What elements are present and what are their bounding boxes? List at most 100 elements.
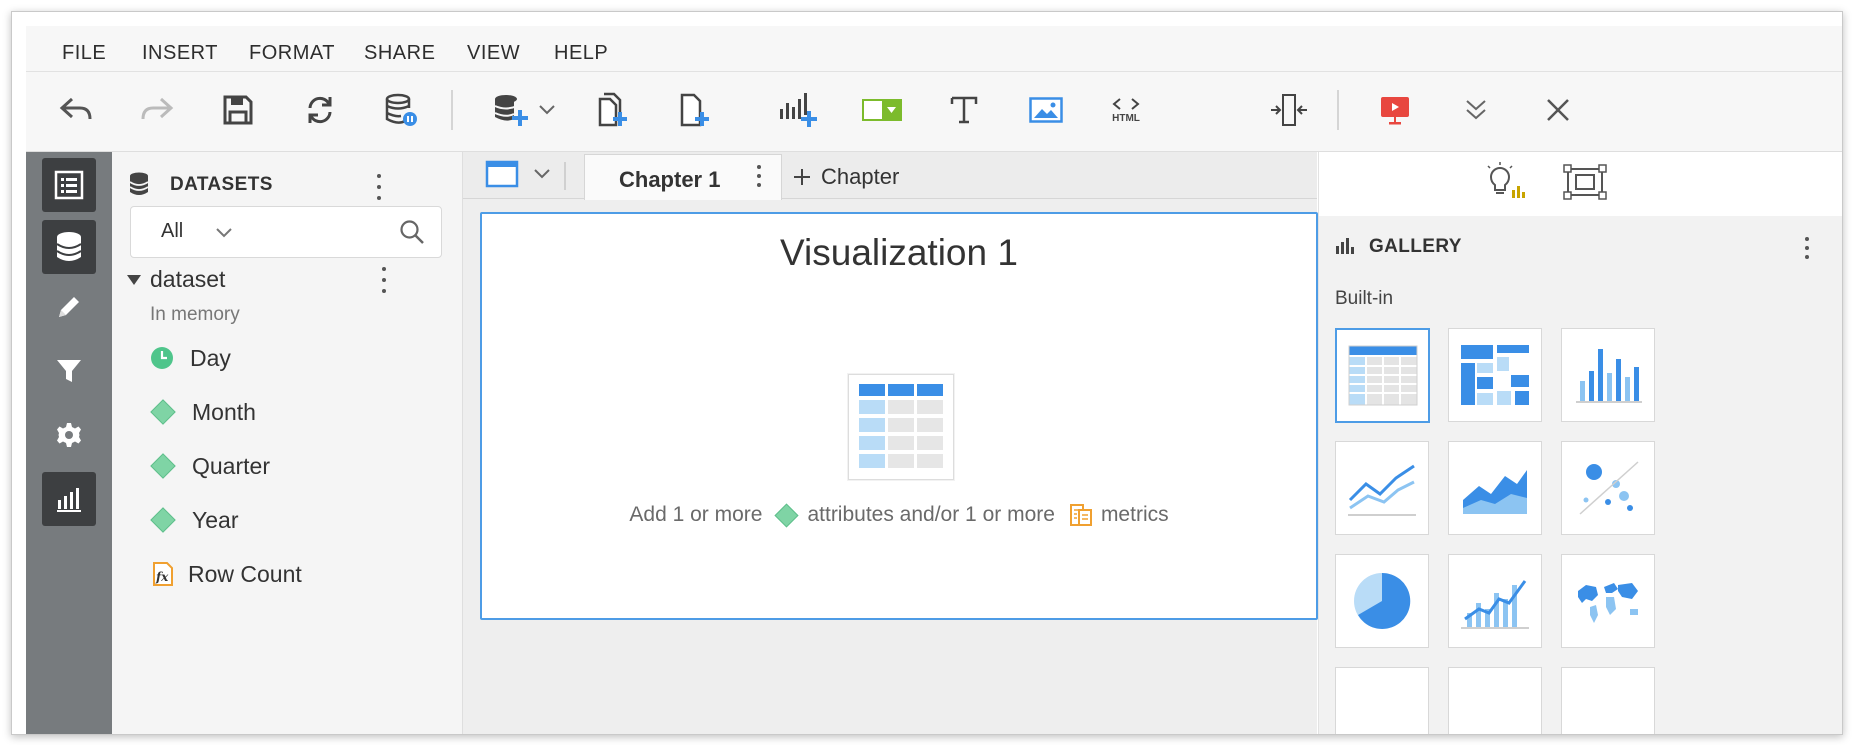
data-mode-button[interactable] — [377, 86, 425, 134]
gallery-tile-compound-grid[interactable] — [1448, 328, 1542, 422]
format-panel-button[interactable] — [42, 280, 96, 334]
redo-icon — [141, 97, 174, 120]
line-chart-icon — [1348, 464, 1416, 516]
more-options-button[interactable] — [1452, 86, 1500, 134]
page-layout-selector[interactable] — [485, 160, 551, 188]
gallery-tile-combo[interactable] — [1448, 554, 1542, 648]
grid-chart-icon — [1348, 345, 1417, 405]
search-icon[interactable] — [399, 219, 425, 245]
insert-visualization-button[interactable] — [774, 86, 822, 134]
datasets-panel-button[interactable] — [42, 220, 96, 274]
gallery-tile-area[interactable] — [1448, 441, 1542, 535]
toolbar-divider — [451, 90, 453, 130]
refresh-icon — [308, 96, 332, 124]
grid-placeholder-icon — [848, 374, 954, 480]
attribute-icon — [150, 453, 176, 479]
image-icon — [1029, 97, 1063, 123]
chevron-down-icon[interactable] — [215, 227, 233, 239]
menu-format[interactable]: FORMAT — [249, 42, 335, 65]
insert-html-button[interactable]: HTML — [1102, 86, 1150, 134]
html-label: HTML — [1112, 112, 1140, 124]
dataset-name[interactable]: dataset — [150, 266, 225, 293]
close-icon — [1547, 99, 1569, 121]
gallery-tile-vertical-bar[interactable] — [1561, 328, 1655, 422]
menu-share[interactable]: SHARE — [364, 42, 435, 65]
gallery-top-bar — [1319, 152, 1842, 216]
field-item-month[interactable]: Month — [150, 396, 256, 428]
presentation-icon — [1381, 97, 1409, 125]
menu-help[interactable]: HELP — [554, 42, 608, 65]
field-item-quarter[interactable]: Quarter — [150, 450, 270, 482]
add-chart-icon — [780, 93, 817, 127]
field-item-day[interactable]: Day — [150, 342, 231, 374]
gallery-tile-partial[interactable] — [1561, 667, 1655, 734]
settings-panel-button[interactable] — [42, 408, 96, 462]
gallery-tile-partial[interactable] — [1448, 667, 1542, 734]
insights-button[interactable] — [1484, 162, 1528, 207]
gallery-tile-map[interactable] — [1561, 554, 1655, 648]
vertical-bar-chart-icon — [1576, 349, 1642, 403]
visualization-title[interactable]: Visualization 1 — [482, 232, 1316, 274]
gallery-tile-grid[interactable] — [1335, 328, 1430, 423]
app-window: FILE INSERT FORMAT SHARE VIEW HELP HTML … — [11, 11, 1843, 735]
refresh-button[interactable] — [296, 86, 344, 134]
insert-image-button[interactable] — [1022, 86, 1070, 134]
chevron-down-icon — [534, 169, 550, 179]
chapter-menu-button[interactable] — [755, 165, 763, 187]
area-chart-icon — [1463, 470, 1527, 514]
database-icon — [129, 172, 149, 195]
undo-button[interactable] — [52, 86, 100, 134]
caret-down-icon[interactable] — [126, 274, 142, 286]
new-page-button[interactable] — [671, 86, 719, 134]
redo-button[interactable] — [133, 86, 181, 134]
visualization-container[interactable]: Visualization 1 Add 1 or more attributes… — [480, 212, 1318, 620]
gallery-menu-button[interactable] — [1803, 237, 1811, 259]
field-label: Day — [190, 344, 231, 371]
menu-file[interactable]: FILE — [62, 42, 106, 65]
menu-insert[interactable]: INSERT — [142, 42, 218, 65]
insert-text-button[interactable] — [940, 86, 988, 134]
add-chapter-label: Chapter — [821, 164, 900, 189]
lightbulb-chart-icon — [1487, 162, 1525, 198]
svg-text:fx: fx — [155, 570, 169, 584]
field-item-year[interactable]: Year — [150, 504, 238, 536]
visualization-gallery-button[interactable] — [42, 472, 96, 526]
responsive-view-button[interactable] — [1265, 86, 1313, 134]
attribute-icon — [774, 502, 799, 528]
dataset-menu-button[interactable] — [380, 267, 388, 293]
field-label: Month — [192, 398, 256, 425]
auto-fit-button[interactable] — [1563, 164, 1607, 205]
empty-visualization-hint: Add 1 or more attributes and/or 1 or mor… — [482, 502, 1316, 528]
database-icon — [56, 232, 82, 261]
duplicate-page-button[interactable] — [589, 86, 637, 134]
dataset-filter-search[interactable]: All — [130, 206, 442, 258]
insert-filter-button[interactable] — [858, 86, 906, 134]
gallery-tile-partial[interactable] — [1335, 667, 1429, 734]
presentation-mode-button[interactable] — [1371, 86, 1419, 134]
table-of-contents-button[interactable] — [42, 158, 96, 212]
field-label: Quarter — [192, 452, 270, 479]
gallery-tile-pie[interactable] — [1335, 554, 1429, 648]
dossier-editor: FILE INSERT FORMAT SHARE VIEW HELP HTML … — [26, 26, 1842, 734]
add-chapter-button[interactable]: Chapter — [793, 164, 899, 190]
save-button[interactable] — [214, 86, 262, 134]
table-grid-icon — [859, 384, 943, 468]
field-item-row-count[interactable]: fx Row Count — [150, 558, 302, 590]
filter-icon — [57, 360, 81, 382]
add-data-button[interactable] — [484, 86, 564, 134]
gallery-tile-line[interactable] — [1335, 441, 1429, 535]
tab-chapter-1[interactable]: Chapter 1 — [584, 154, 782, 200]
gear-icon — [57, 423, 81, 447]
filter-panel-button[interactable] — [42, 344, 96, 398]
attribute-icon — [150, 399, 176, 425]
pie-chart-icon — [1354, 572, 1411, 629]
gallery-tile-bubble[interactable] — [1561, 441, 1655, 535]
compound-grid-icon — [1461, 345, 1529, 405]
list-icon — [54, 170, 84, 200]
filter-select-value[interactable]: All — [161, 220, 183, 243]
close-button[interactable] — [1534, 86, 1582, 134]
datasets-menu-button[interactable] — [375, 174, 383, 200]
menu-view[interactable]: VIEW — [467, 42, 520, 65]
gallery-section-label: Built-in — [1335, 288, 1394, 309]
double-chevron-down-icon — [1466, 100, 1486, 120]
